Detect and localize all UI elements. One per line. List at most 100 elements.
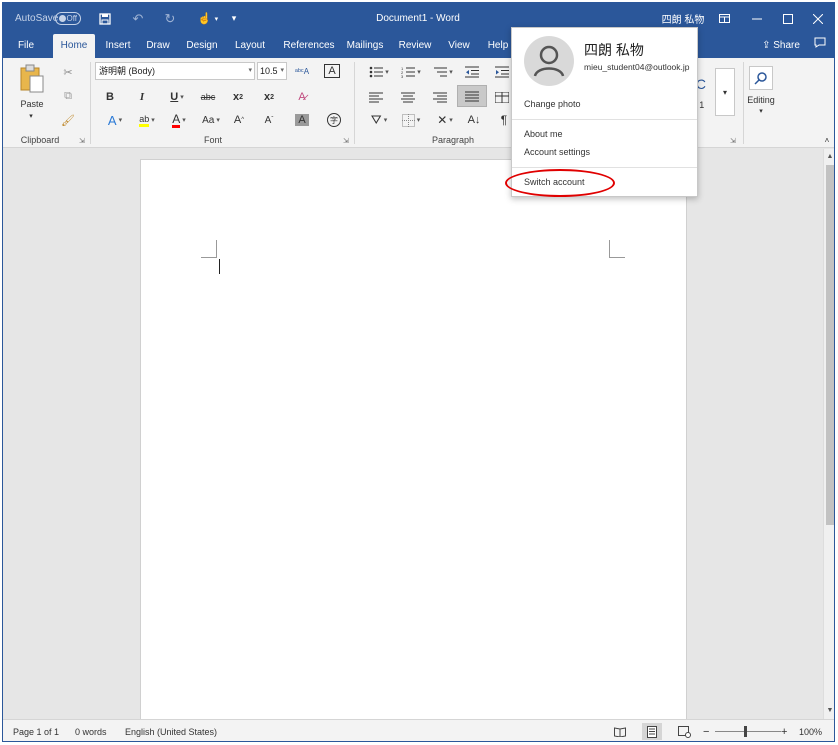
scroll-up-icon[interactable]: ▲: [824, 151, 834, 163]
editing-button[interactable]: Editing: [741, 94, 781, 106]
increase-indent-icon[interactable]: [491, 62, 513, 82]
tab-view[interactable]: View: [445, 34, 473, 58]
decrease-indent-icon[interactable]: [461, 62, 483, 82]
ribbon-display-options-icon[interactable]: [709, 3, 739, 34]
paste-label[interactable]: Paste: [15, 98, 49, 110]
asian-layout-icon[interactable]: ✕ ▾: [431, 110, 459, 130]
group-separator: [90, 62, 91, 144]
change-photo-link[interactable]: Change photo: [524, 99, 581, 109]
minimize-icon[interactable]: [742, 3, 772, 34]
account-name: 四朗 私物: [584, 42, 644, 58]
font-size-box[interactable]: 10.5 ▾: [257, 62, 287, 80]
zoom-level[interactable]: 100%: [799, 720, 822, 741]
zoom-out-button[interactable]: −: [703, 720, 709, 741]
tab-file[interactable]: File: [11, 34, 41, 58]
read-mode-icon[interactable]: [610, 723, 630, 740]
grow-font-icon[interactable]: A ^: [228, 110, 250, 130]
cut-icon[interactable]: ✂: [57, 62, 79, 82]
title-bar: AutoSave Off ↶ ↻ ☝ ▾ ▾ Document1 - Word 四…: [3, 3, 834, 34]
tab-mailings[interactable]: Mailings: [343, 34, 387, 58]
copy-icon[interactable]: ⧉: [57, 86, 79, 106]
change-case-icon[interactable]: Aa ▾: [197, 110, 225, 130]
paste-dropdown-icon[interactable]: ▾: [21, 111, 41, 121]
tab-review[interactable]: Review: [397, 34, 433, 58]
align-left-icon[interactable]: [365, 87, 387, 107]
status-bar: Page 1 of 1 0 words English (United Stat…: [3, 719, 834, 741]
tab-home[interactable]: Home: [53, 34, 95, 58]
customize-qat-icon[interactable]: ▾: [225, 3, 243, 34]
font-size-value: 10.5: [260, 66, 278, 76]
shading-icon[interactable]: ⛛ ▾: [365, 110, 393, 130]
find-icon[interactable]: [749, 66, 773, 90]
account-settings-link[interactable]: Account settings: [524, 147, 590, 157]
word-count[interactable]: 0 words: [75, 720, 107, 741]
align-center-icon[interactable]: [397, 87, 419, 107]
character-border-icon[interactable]: A: [321, 61, 343, 81]
phonetic-guide-icon[interactable]: ᵃᵇᶜA: [291, 61, 313, 81]
tab-draw[interactable]: Draw: [143, 34, 173, 58]
font-name-dropdown-icon[interactable]: ▾: [248, 63, 252, 79]
language-status[interactable]: English (United States): [125, 720, 217, 741]
zoom-in-button[interactable]: +: [781, 720, 787, 741]
borders-icon[interactable]: ▾: [397, 110, 425, 130]
document-page[interactable]: [140, 159, 687, 724]
strikethrough-icon[interactable]: abc: [195, 87, 221, 107]
font-launcher-icon[interactable]: ⇲: [343, 137, 349, 145]
avatar[interactable]: [524, 36, 574, 86]
person-icon: [533, 45, 565, 77]
scrollbar-thumb[interactable]: [826, 165, 834, 525]
text-effects-icon[interactable]: A ▾: [101, 110, 129, 130]
web-layout-icon[interactable]: [674, 723, 694, 740]
align-right-icon[interactable]: [429, 87, 451, 107]
clipboard-launcher-icon[interactable]: ⇲: [79, 137, 85, 145]
tab-help[interactable]: Help: [485, 34, 511, 58]
vertical-scrollbar[interactable]: ▲ ▼: [823, 149, 834, 719]
toggle-knob: [59, 15, 66, 22]
styles-gallery-more-icon[interactable]: ▾: [715, 68, 735, 116]
comments-icon[interactable]: [809, 34, 831, 58]
maximize-icon[interactable]: [773, 3, 803, 34]
sort-icon[interactable]: A↓: [463, 110, 485, 130]
superscript-icon[interactable]: x2: [258, 87, 280, 107]
distributed-icon[interactable]: [491, 87, 513, 107]
zoom-slider-thumb[interactable]: [744, 726, 747, 737]
shrink-font-icon[interactable]: Aˇ: [258, 110, 280, 130]
touch-mode-icon[interactable]: ☝ ▾: [193, 3, 223, 34]
subscript-icon[interactable]: x2: [227, 87, 249, 107]
tab-insert[interactable]: Insert: [101, 34, 135, 58]
page-count[interactable]: Page 1 of 1: [13, 720, 59, 741]
share-button[interactable]: ⇪ Share: [759, 34, 803, 58]
justify-icon[interactable]: [457, 85, 487, 107]
highlight-icon[interactable]: ab ▾: [133, 110, 161, 130]
zoom-slider-track[interactable]: [715, 731, 781, 732]
tab-references[interactable]: References: [281, 34, 337, 58]
underline-icon[interactable]: U ▾: [161, 87, 193, 107]
character-shading-icon[interactable]: A: [291, 110, 313, 130]
autosave-toggle[interactable]: Off: [55, 12, 81, 25]
paste-icon[interactable]: [17, 62, 47, 96]
print-layout-icon[interactable]: [642, 723, 662, 740]
undo-icon[interactable]: ↶: [127, 3, 149, 34]
multilevel-list-icon[interactable]: ▾: [429, 62, 457, 82]
scroll-down-icon[interactable]: ▼: [824, 705, 834, 717]
save-icon[interactable]: [93, 3, 117, 34]
font-name-box[interactable]: 游明朝 (Body) ▾: [95, 62, 255, 80]
bold-icon[interactable]: B: [99, 87, 121, 107]
font-size-dropdown-icon[interactable]: ▾: [280, 63, 284, 79]
enclose-characters-icon[interactable]: 字: [323, 110, 345, 130]
italic-icon[interactable]: I: [131, 87, 153, 107]
about-me-link[interactable]: About me: [524, 129, 563, 139]
close-icon[interactable]: [803, 3, 833, 34]
editing-dropdown-icon[interactable]: ▾: [751, 106, 771, 116]
font-color-icon[interactable]: A ▾: [165, 110, 193, 130]
redo-icon[interactable]: ↻: [159, 3, 181, 34]
styles-launcher-icon[interactable]: ⇲: [730, 137, 736, 145]
tab-layout[interactable]: Layout: [231, 34, 269, 58]
collapse-ribbon-icon[interactable]: ˄: [821, 134, 833, 146]
format-painter-icon[interactable]: 🖌: [57, 110, 79, 130]
tab-design[interactable]: Design: [183, 34, 221, 58]
bullets-icon[interactable]: ▾: [365, 62, 393, 82]
font-group-label: Font: [203, 135, 222, 145]
numbering-icon[interactable]: 1 2 3 ▾: [397, 62, 425, 82]
clear-formatting-icon[interactable]: A̷: [291, 87, 313, 107]
